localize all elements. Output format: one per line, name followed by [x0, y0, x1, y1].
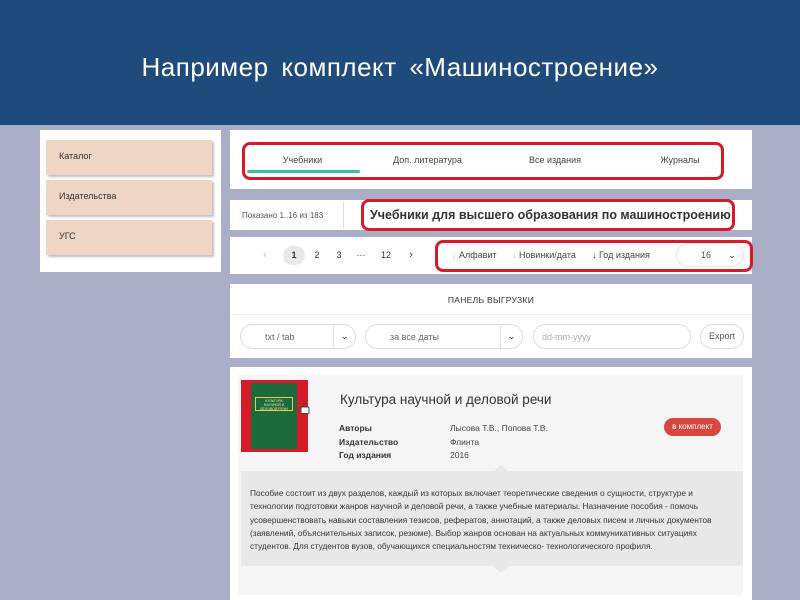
add-to-set-button[interactable]: в комплект [664, 418, 721, 436]
description-notch [493, 566, 509, 573]
cover-title-text: КУЛЬТУРА НАУЧНОЙ И ДЕЛОВОЙ РЕЧИ [260, 399, 288, 411]
export-panel-title: ПАНЕЛЬ ВЫГРУЗКИ [447, 295, 535, 305]
highlight-frame-sort [435, 240, 753, 272]
unlock-icon [300, 402, 310, 414]
publisher-value: Флинта [450, 437, 480, 447]
authors-value: Лысова Т.В., Попова Т.В. [450, 423, 548, 433]
export-format-value: txt / tab [265, 332, 295, 342]
category-tabs-panel: Учебники Доп. литература Все издания Жур… [230, 130, 752, 189]
publisher-label: Издательство [339, 437, 399, 447]
description-text: Пособие состоит из двух разделов, каждый… [250, 488, 712, 552]
export-date-input[interactable]: dd-mm-yyyy [533, 324, 691, 349]
results-count: Показано 1..16 из 183 [242, 211, 324, 220]
page-button-12[interactable]: 12 [376, 246, 396, 265]
chevron-down-icon[interactable]: ⌄ [500, 325, 522, 348]
page-button-2[interactable]: 2 [309, 246, 325, 265]
divider [230, 314, 752, 315]
chevron-down-icon[interactable]: ⌄ [333, 325, 355, 348]
prev-page-icon[interactable]: ‹ [258, 246, 272, 265]
sidebar-item-publishers[interactable]: Издательства [46, 180, 212, 215]
year-label: Год издания [339, 450, 392, 460]
page-button-1[interactable]: 1 [283, 246, 305, 265]
slide-title: Например комплект «Машиностроение» [141, 52, 659, 82]
page-button-3[interactable]: 3 [331, 246, 347, 265]
authors-label: Авторы [339, 423, 372, 433]
export-period-select[interactable]: за все даты ⌄ [365, 324, 523, 349]
book-list-panel: КУЛЬТУРА НАУЧНОЙ И ДЕЛОВОЙ РЕЧИ Культура… [230, 367, 752, 600]
pagination-sort-panel: ‹ 1 2 3 ··· 12 › ↓ Алфавит ↓ Новинки/дат… [230, 237, 753, 274]
description-notch [493, 465, 509, 472]
highlight-frame-tabs [242, 142, 724, 180]
book-cover[interactable]: КУЛЬТУРА НАУЧНОЙ И ДЕЛОВОЙ РЕЧИ [251, 383, 297, 449]
book-card: КУЛЬТУРА НАУЧНОЙ И ДЕЛОВОЙ РЕЧИ Культура… [238, 375, 743, 595]
next-page-icon[interactable]: › [404, 246, 418, 265]
export-button[interactable]: Export [700, 324, 744, 349]
date-placeholder: dd-mm-yyyy [542, 332, 591, 342]
export-format-select[interactable]: txt / tab ⌄ [240, 324, 356, 349]
book-cover-frame: КУЛЬТУРА НАУЧНОЙ И ДЕЛОВОЙ РЕЧИ [241, 380, 310, 452]
divider [343, 202, 344, 228]
sidebar-item-ugs[interactable]: УГС [46, 220, 212, 255]
export-panel: ПАНЕЛЬ ВЫГРУЗКИ txt / tab ⌄ за все даты … [230, 284, 752, 358]
book-description: Пособие состоит из двух разделов, каждый… [241, 465, 743, 573]
page-ellipsis: ··· [356, 250, 366, 260]
results-info-panel: Показано 1..16 из 183 Учебники для высше… [230, 199, 752, 231]
sidebar-item-catalog[interactable]: Каталог [46, 140, 212, 175]
export-period-value: за все даты [390, 332, 439, 342]
catalog-sidebar: Каталог Издательства УГС [40, 130, 221, 272]
book-title[interactable]: Культура научной и деловой речи [340, 392, 551, 407]
year-value: 2016 [450, 450, 469, 460]
highlight-frame-title [361, 199, 735, 231]
slide-header: Например комплект «Машиностроение» [0, 0, 800, 125]
